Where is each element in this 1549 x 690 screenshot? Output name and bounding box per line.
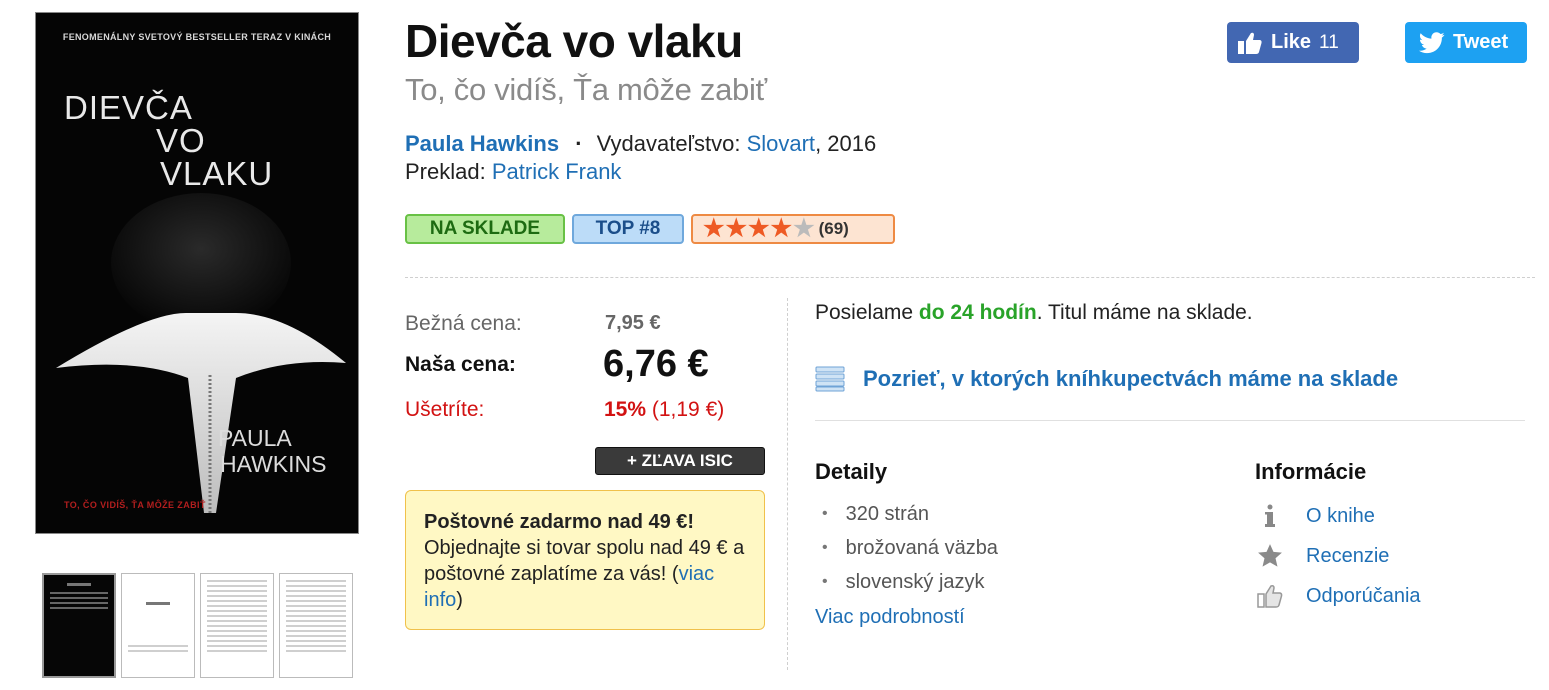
translator-link[interactable]: Patrick Frank <box>492 159 622 184</box>
isic-discount-button[interactable]: + ZĽAVA ISIC <box>595 447 765 475</box>
publication-year: , 2016 <box>815 131 877 156</box>
thumbnail-page[interactable] <box>279 573 353 678</box>
translation-label: Preklad: <box>405 159 486 184</box>
star-filled-icon: ★ <box>748 215 770 242</box>
rating-badge[interactable]: ★ ★ ★ ★ ★ (69) <box>691 214 895 244</box>
star-empty-icon: ★ <box>793 215 815 242</box>
star-filled-icon: ★ <box>703 215 725 242</box>
free-shipping-box: Poštovné zadarmo nad 49 €! Objednajte si… <box>405 490 765 630</box>
divider <box>405 277 1535 278</box>
bullet-icon: • <box>822 573 828 590</box>
publisher-label: Vydavateľstvo: <box>596 131 741 156</box>
store-availability-label: Pozrieť, v ktorých kníhkupectvách máme n… <box>863 366 1399 391</box>
delivery-info: Posielame do 24 hodín. Titul máme na skl… <box>815 301 1253 325</box>
our-price-label: Naša cena: <box>405 353 516 376</box>
cover-title: DIEVČA VO VLAKU <box>64 91 273 190</box>
divider <box>815 420 1525 421</box>
shipping-heading: Poštovné zadarmo nad 49 €! <box>424 511 695 533</box>
badges-row: NA SKLADE TOP #8 ★ ★ ★ ★ ★ (69) <box>405 214 895 244</box>
reviews-link[interactable]: Recenzie <box>1255 536 1421 576</box>
info-icon <box>1255 501 1285 531</box>
cover-author-line: PAULA <box>218 425 292 451</box>
savings-percent: 15% <box>604 398 647 421</box>
regular-price-value: 7,95 € <box>605 312 661 334</box>
facebook-like-button[interactable]: Like 11 <box>1227 22 1359 63</box>
book-subtitle: To, čo vidíš, Ťa môže zabiť <box>405 72 767 107</box>
about-book-link[interactable]: O knihe <box>1255 496 1421 536</box>
cover-author-line: HAWKINS <box>220 451 327 477</box>
star-filled-icon: ★ <box>725 215 748 242</box>
thumbnail-page[interactable] <box>200 573 274 678</box>
store-availability-link[interactable]: Pozrieť, v ktorých kníhkupectvách máme n… <box>815 366 1398 392</box>
like-count: 11 <box>1319 31 1339 53</box>
bullet-icon: • <box>822 539 828 556</box>
stack-list-icon <box>815 366 845 392</box>
list-item: • slovenský jazyk <box>822 570 985 593</box>
delivery-suffix: . Titul máme na sklade. <box>1036 301 1253 324</box>
thumbs-up-icon <box>1238 32 1262 54</box>
thumbnail-strip <box>42 573 353 678</box>
page-title: Dievča vo vlaku <box>405 15 743 67</box>
list-item: • 320 strán <box>822 502 929 525</box>
translation-meta: Preklad: Patrick Frank <box>405 159 621 185</box>
publisher-link[interactable]: Slovart <box>747 131 815 156</box>
top-rank-badge[interactable]: TOP #8 <box>572 214 684 244</box>
delivery-prefix: Posielame <box>815 301 919 324</box>
recommendations-link[interactable]: Odporúčania <box>1255 576 1421 616</box>
savings-value: 15% (1,19 €) <box>604 398 724 422</box>
rating-stars: ★ ★ ★ ★ ★ <box>703 217 815 241</box>
book-cover-image[interactable]: FENOMENÁLNY SVETOVÝ BESTSELLER TERAZ V K… <box>35 12 359 534</box>
our-price-value: 6,76 € <box>603 343 709 385</box>
regular-price-label: Bežná cena: <box>405 312 522 335</box>
more-details-link[interactable]: Viac podrobností <box>815 606 965 629</box>
like-label: Like <box>1271 31 1312 53</box>
cover-title-line: VO <box>156 122 206 159</box>
book-meta: Paula Hawkins · Vydavateľstvo: Slovart, … <box>405 131 876 157</box>
twitter-bird-icon <box>1419 31 1445 53</box>
delivery-time: do 24 hodín <box>918 301 1037 324</box>
tweet-button[interactable]: Tweet <box>1405 22 1527 63</box>
cover-author: PAULA HAWKINS <box>218 425 327 477</box>
star-icon <box>1255 541 1285 571</box>
details-heading: Detaily <box>815 459 888 484</box>
cover-subtitle: TO, ČO VIDÍŠ, ŤA MÔŽE ZABIŤ <box>64 500 206 510</box>
cover-tagline: FENOMENÁLNY SVETOVÝ BESTSELLER TERAZ V K… <box>62 32 332 42</box>
bullet-icon: • <box>822 505 828 522</box>
details-list: • 320 strán • brožovaná väzba • slovenský j… <box>822 497 998 599</box>
thumbnail-page[interactable] <box>121 573 195 678</box>
savings-amount: (1,19 €) <box>646 398 725 421</box>
cover-title-line: DIEVČA <box>64 89 193 126</box>
star-filled-icon: ★ <box>770 215 793 242</box>
list-item: • brožovaná väzba <box>822 536 998 559</box>
info-heading: Informácie <box>1255 459 1367 484</box>
vertical-divider <box>787 298 788 670</box>
thumbnail-cover[interactable] <box>42 573 116 678</box>
savings-label: Ušetríte: <box>405 398 485 421</box>
rating-count: (69) <box>818 219 849 238</box>
tweet-label: Tweet <box>1453 31 1509 53</box>
thumbs-up-icon <box>1255 581 1285 611</box>
info-list: O knihe Recenzie Odporúčania <box>1255 496 1421 616</box>
in-stock-badge: NA SKLADE <box>405 214 565 244</box>
cover-title-line: VLAKU <box>160 155 274 192</box>
meta-separator: · <box>575 131 583 156</box>
author-link[interactable]: Paula Hawkins <box>405 131 559 156</box>
